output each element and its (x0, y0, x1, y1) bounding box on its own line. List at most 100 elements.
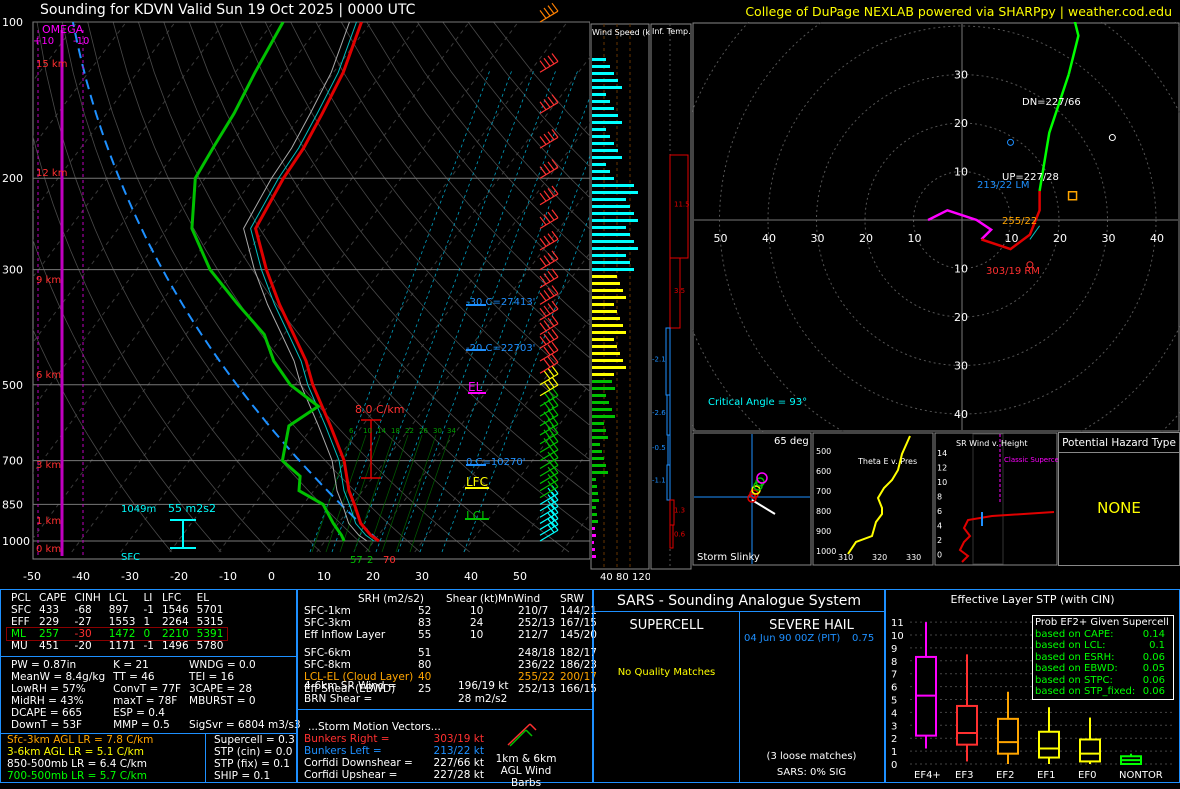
composite-supercell: Supercell = 0.3 (214, 734, 295, 746)
wind-speed-bar (592, 471, 608, 474)
ws-tick-40: 40 (600, 572, 613, 583)
index-cell: MMP = 0.5 (109, 719, 185, 731)
height-3km: 3 km (36, 460, 61, 471)
parcel-cell: MU (7, 640, 35, 652)
parcel-col: LFC (158, 592, 193, 604)
lapse-rate-list: Sfc-3km AGL LR = 7.8 C/km 3-6km AGL LR =… (1, 734, 205, 782)
wind-speed-bar (592, 212, 634, 215)
lapse-label: 8.0 C/km (355, 403, 404, 416)
wind-speed-bar (592, 240, 634, 243)
hodo-mean-label: 255/22 (1002, 216, 1037, 227)
wind-speed-bar (592, 352, 620, 355)
hodo-lm-label: 213/22 LM (977, 180, 1030, 191)
prob-label: based on STP_fixed: (1035, 686, 1135, 698)
wind-speed-bar (592, 457, 604, 460)
kin-col: Shear (kt) (446, 593, 498, 605)
wind-speed-bar (592, 121, 622, 124)
stp-title: Effective Layer STP (with CIN) (886, 593, 1179, 606)
wind-speed-bar (592, 443, 600, 446)
wind-speed-bar (592, 478, 596, 481)
wind-speed-bar (592, 408, 612, 411)
wind-speed-bar (592, 513, 597, 516)
parcel-cell: 897 (105, 604, 140, 616)
green-tick: 10 (363, 427, 372, 435)
index-cell: WNDG = 0.0 (185, 659, 305, 671)
wind-speed-bar (592, 79, 618, 82)
credit-text: College of DuPage NEXLAB powered via SHA… (745, 4, 1172, 19)
prob-value: 0.05 (1143, 663, 1165, 675)
temp-adv-value: 11.5 (674, 201, 690, 209)
sr-wind-label: 4-6km SR Wind = (304, 680, 397, 692)
wind-speed-bar (592, 226, 626, 229)
wind-speed-bar (592, 366, 626, 369)
prob-row: based on EBWD:0.05 (1035, 663, 1171, 675)
motion-corfidi-down: Corfidi Downshear =227/66 kt (304, 757, 484, 769)
index-cell: DCAPE = 665 (7, 707, 109, 719)
prob-row: based on CAPE:0.14 (1035, 629, 1171, 641)
hodo-tick: 20 (954, 117, 968, 130)
wind-speed-bar (592, 261, 630, 264)
hodo-tick: 30 (954, 69, 968, 82)
parcel-cell: 1496 (158, 640, 193, 652)
temp-adv-value: 3.5 (674, 287, 685, 295)
table-row: SFC433-68897-115465701 (7, 604, 227, 616)
wind-speed-bar (592, 485, 597, 488)
storm-motion-title: ...Storm Motion Vectors... (308, 721, 441, 733)
green-tick: 18 (391, 427, 400, 435)
pressure-tick: 200 (2, 172, 23, 185)
kinematic-cell: 144/21 (560, 605, 597, 617)
parcel-cell: 1546 (158, 604, 193, 616)
composite-list: Supercell = 0.3 STP (cin) = 0.0 STP (fix… (205, 734, 295, 782)
sfc-temp-label: 70 (383, 555, 396, 566)
theta-p-tick: 700 (816, 487, 831, 496)
lapse-rate-850: 850-500mb LR = 6.4 C/km (7, 758, 205, 770)
motion-label: Corfidi Upshear = (304, 769, 397, 781)
srwind-tick: 10 (937, 478, 947, 487)
theta-t-tick: 320 (872, 553, 887, 562)
hodo-tick: 40 (1150, 232, 1164, 245)
omega-plus: +10 (33, 36, 54, 47)
index-cell: 3CAPE = 28 (185, 683, 305, 695)
stp-y-tick: 5 (891, 696, 897, 707)
prob-label: based on ESRH: (1035, 652, 1115, 664)
sfc-dew-extra: 2 (367, 555, 373, 566)
wind-speed-bar (592, 387, 615, 390)
green-tick: 14 (377, 427, 386, 435)
agl-barbs-label: 1km & 6km AGL Wind Barbs (486, 753, 566, 789)
parcel-cell: 229 (35, 616, 70, 628)
parcel-cell: 1472 (105, 628, 140, 640)
temp-tick: 50 (513, 570, 527, 583)
temp-adv-panel: Inf. Temp. Adv. (C/hr) 11.53.5-2.1-2.6-0… (650, 0, 692, 589)
index-cell: maxT = 78F (109, 695, 185, 707)
kinematic-cell: 80 (418, 659, 431, 671)
height-15km: 15 km (36, 59, 67, 70)
wind-speed-bar (592, 338, 614, 341)
srh-eff-label: 55 m2s2 (168, 502, 216, 515)
sfc-dew-label: 57 (350, 555, 363, 566)
composite-stp-cin: STP (cin) = 0.0 (214, 746, 295, 758)
wind-speed-bar (592, 345, 617, 348)
stp-y-tick: 9 (891, 644, 897, 655)
motion-label: Corfidi Downshear = (304, 757, 413, 769)
theta-p-tick: 1000 (816, 547, 836, 556)
srwind-title: SR Wind v. Height (956, 439, 1027, 448)
omega-minus: -10 (73, 36, 89, 47)
wind-speed-bar (592, 233, 630, 236)
motion-label: Bunkers Right = (304, 733, 390, 745)
temp-tick: 0 (268, 570, 275, 583)
wind-speed-bar (592, 114, 618, 117)
wind-speed-bar (592, 520, 598, 523)
wind-speed-bar (592, 128, 606, 131)
index-cell: TT = 46 (109, 671, 185, 683)
stp-y-tick: 10 (891, 631, 904, 642)
table-row: SFC-1km5210210/7144/21 (298, 605, 592, 617)
table-row: SFC-3km8324252/13167/15 (298, 617, 592, 629)
pressure-tick: 300 (2, 264, 23, 277)
kinematic-cell: SFC-6km (304, 647, 351, 659)
prob-row: based on STP_fixed:0.06 (1035, 686, 1171, 698)
srwind-tick: 4 (937, 522, 942, 531)
wind-speed-bar (592, 429, 606, 432)
wind-speed-panel: Wind Speed (knots) 40 80 120 (590, 0, 650, 589)
wind-speed-bar (592, 317, 620, 320)
wind-speed-bar (592, 359, 623, 362)
